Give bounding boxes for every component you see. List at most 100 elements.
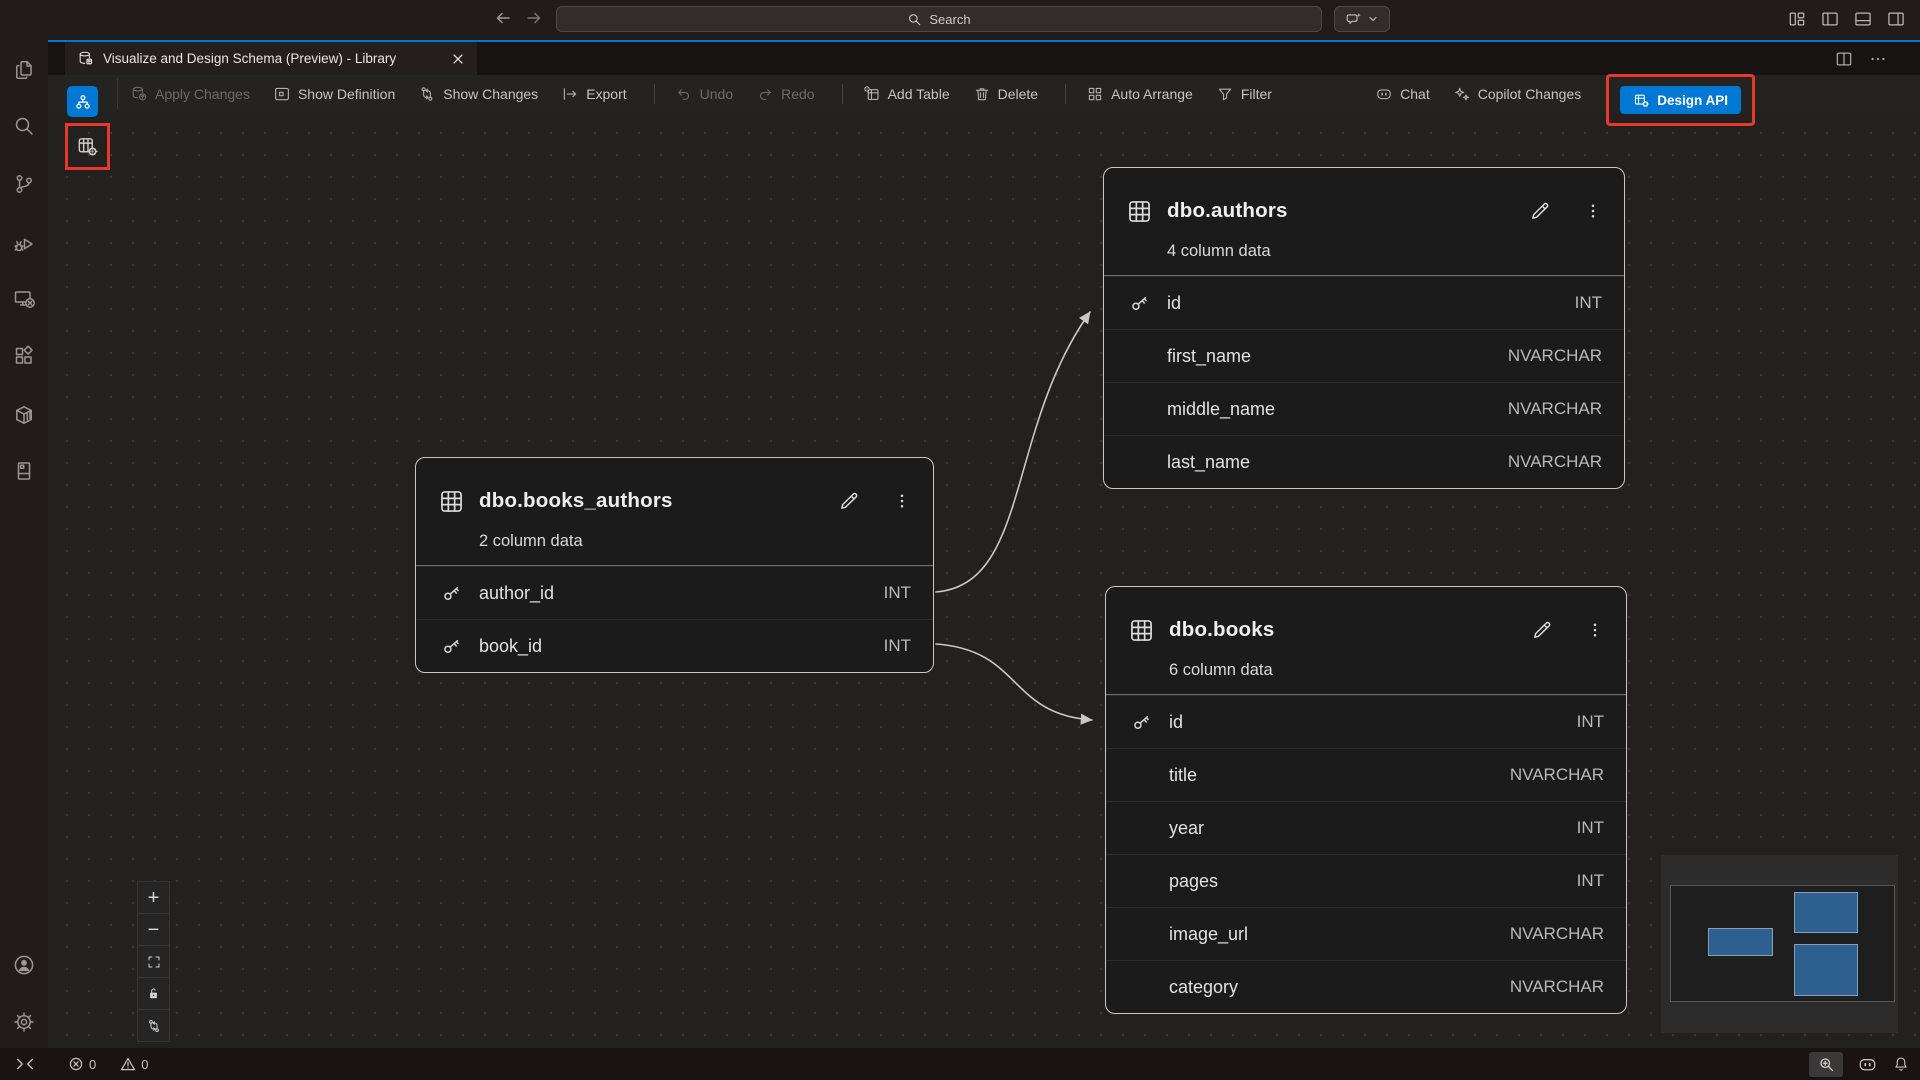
show-changes-icon	[418, 85, 436, 103]
error-count: 0	[89, 1057, 96, 1072]
delete-button[interactable]: Delete	[973, 85, 1038, 103]
schema-designer-tab-icon	[77, 50, 94, 67]
column-count-label: 6 column data	[1169, 661, 1604, 680]
fit-screen-icon	[146, 954, 162, 970]
plus-icon: +	[148, 888, 160, 908]
status-bar: 0 0	[0, 1048, 1920, 1080]
magnifier-plus-icon	[1818, 1056, 1835, 1073]
column-row[interactable]: id INT	[1106, 695, 1626, 748]
table-card-authors[interactable]: dbo.authors 4 column data id INT first_n…	[1103, 167, 1625, 489]
chat-button[interactable]: Chat	[1375, 85, 1430, 103]
more-options-kebab-icon[interactable]	[1586, 621, 1604, 639]
tab-close-icon[interactable]	[451, 52, 465, 66]
arrow-right-icon	[524, 8, 544, 28]
settings-gear-icon[interactable]	[12, 1010, 36, 1034]
column-row[interactable]: image_url NVARCHAR	[1106, 907, 1626, 960]
padlock-icon	[146, 986, 161, 1001]
tab-schema-designer[interactable]: Visualize and Design Schema (Preview) - …	[65, 42, 477, 75]
toggle-secondary-sidebar-icon[interactable]	[1886, 9, 1906, 29]
containers-icon[interactable]	[12, 403, 36, 427]
notifications-bell-icon[interactable]	[1892, 1055, 1910, 1073]
sync-changes-button[interactable]	[138, 1009, 169, 1041]
export-button[interactable]: Export	[561, 85, 626, 103]
edit-pencil-icon[interactable]	[1530, 618, 1554, 642]
errors-indicator[interactable]: 0	[68, 1056, 96, 1072]
edit-pencil-icon[interactable]	[1528, 199, 1552, 223]
search-sidebar-icon[interactable]	[12, 114, 36, 138]
filter-funnel-icon	[1216, 85, 1234, 103]
lock-position-button[interactable]	[138, 977, 169, 1009]
schema-canvas[interactable]	[48, 112, 1920, 1048]
warning-triangle-icon	[120, 1056, 136, 1072]
toolbar-separator	[117, 78, 118, 109]
toggle-primary-sidebar-icon[interactable]	[1820, 9, 1840, 29]
activity-bar	[0, 40, 48, 1048]
design-api-button[interactable]: Design API	[1620, 86, 1741, 114]
undo-button[interactable]: Undo	[675, 85, 733, 103]
filter-button[interactable]: Filter	[1216, 85, 1272, 103]
table-title: dbo.books_authors	[479, 489, 823, 513]
icon-spacer	[1128, 922, 1155, 946]
database-projects-icon[interactable]	[12, 459, 36, 483]
nav-forward-button[interactable]	[521, 7, 547, 29]
apply-changes-button[interactable]: Apply Changes	[130, 85, 250, 103]
auto-arrange-button[interactable]: Auto Arrange	[1086, 85, 1193, 103]
accounts-icon[interactable]	[12, 953, 36, 977]
minimap-table-books	[1794, 944, 1858, 996]
icon-spacer	[1128, 869, 1155, 893]
add-table-button[interactable]: Add Table	[863, 85, 950, 103]
table-card-books-authors[interactable]: dbo.books_authors 2 column data author_i…	[415, 457, 934, 673]
chevron-down-icon	[1367, 13, 1379, 25]
table-card-books[interactable]: dbo.books 6 column data id INT title NVA…	[1105, 586, 1627, 1014]
column-row[interactable]: year INT	[1106, 801, 1626, 854]
more-options-kebab-icon[interactable]	[893, 492, 911, 510]
fit-to-screen-button[interactable]	[138, 945, 169, 977]
toggle-panel-icon[interactable]	[1853, 9, 1873, 29]
column-row[interactable]: book_id INT	[416, 619, 933, 672]
primary-key-icon	[1128, 710, 1155, 734]
copilot-chat-button[interactable]	[1334, 6, 1390, 32]
run-debug-icon[interactable]	[12, 232, 36, 256]
column-row[interactable]: title NVARCHAR	[1106, 748, 1626, 801]
remote-indicator-icon[interactable]	[14, 1055, 36, 1073]
column-row[interactable]: pages INT	[1106, 854, 1626, 907]
zoom-in-button[interactable]: +	[138, 882, 169, 913]
diagram-minimap[interactable]	[1661, 855, 1898, 1033]
customize-layout-icon[interactable]	[1787, 9, 1807, 29]
source-control-icon[interactable]	[12, 172, 36, 196]
more-options-kebab-icon[interactable]	[1584, 202, 1602, 220]
redo-button[interactable]: Redo	[756, 85, 814, 103]
column-row[interactable]: author_id INT	[416, 566, 933, 619]
split-editor-icon[interactable]	[1834, 49, 1854, 69]
table-grid-icon	[438, 488, 465, 515]
nav-back-button[interactable]	[490, 7, 516, 29]
schema-diagram-view-button[interactable]	[67, 86, 98, 117]
explorer-icon[interactable]	[12, 58, 36, 82]
command-center-search[interactable]: Search	[556, 6, 1322, 32]
undo-icon	[675, 85, 693, 103]
show-definition-button[interactable]: Show Definition	[273, 85, 395, 103]
show-changes-button[interactable]: Show Changes	[418, 85, 538, 103]
column-row[interactable]: category NVARCHAR	[1106, 960, 1626, 1013]
copilot-changes-button[interactable]: Copilot Changes	[1453, 85, 1582, 103]
extensions-icon[interactable]	[12, 344, 36, 368]
schema-hierarchy-icon	[73, 92, 93, 112]
zoom-out-button[interactable]: −	[138, 913, 169, 945]
column-row[interactable]: first_name NVARCHAR	[1104, 329, 1624, 382]
minimap-viewport	[1670, 885, 1895, 1002]
column-row[interactable]: id INT	[1104, 276, 1624, 329]
table-designer-view-highlight[interactable]	[65, 123, 110, 170]
primary-key-icon	[438, 581, 465, 605]
zoom-status-button[interactable]	[1809, 1052, 1843, 1077]
remote-explorer-icon[interactable]	[12, 287, 36, 311]
edit-pencil-icon[interactable]	[837, 489, 861, 513]
primary-key-icon	[1126, 291, 1153, 315]
copilot-status-icon[interactable]	[1857, 1054, 1878, 1075]
column-row[interactable]: last_name NVARCHAR	[1104, 435, 1624, 488]
column-row[interactable]: middle_name NVARCHAR	[1104, 382, 1624, 435]
vscode-window: Search	[0, 0, 1920, 1080]
warnings-indicator[interactable]: 0	[120, 1056, 148, 1072]
apply-changes-icon	[130, 85, 148, 103]
tab-strip: Visualize and Design Schema (Preview) - …	[48, 42, 1920, 75]
editor-more-actions-icon[interactable]	[1868, 49, 1888, 69]
